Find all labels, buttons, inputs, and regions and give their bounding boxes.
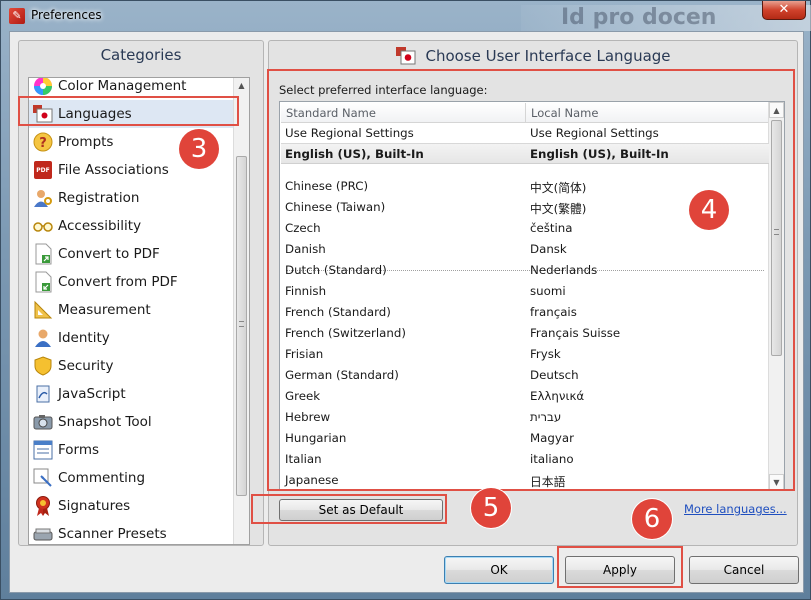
- category-item-identity[interactable]: Identity: [29, 324, 234, 352]
- category-item-scanner-presets[interactable]: Scanner Presets: [29, 520, 234, 544]
- highlight-languages: [18, 96, 239, 126]
- category-label: Scanner Presets: [58, 526, 167, 542]
- pdf-file-icon: PDF: [32, 159, 54, 181]
- language-panel-header: Choose User Interface Language: [269, 41, 797, 71]
- javascript-icon: [32, 383, 54, 405]
- preferences-window: Id pro docen ✎ Preferences ✕ Categories …: [0, 0, 811, 600]
- language-panel-title: Choose User Interface Language: [425, 47, 671, 65]
- forms-icon: [32, 439, 54, 461]
- ok-button[interactable]: OK: [444, 556, 554, 584]
- cancel-button[interactable]: Cancel: [689, 556, 799, 584]
- category-label: Registration: [58, 190, 140, 206]
- camera-icon: [32, 411, 54, 433]
- category-item-measurement[interactable]: Measurement: [29, 296, 234, 324]
- category-item-commenting[interactable]: Commenting: [29, 464, 234, 492]
- category-item-javascript[interactable]: JavaScript: [29, 380, 234, 408]
- scroll-thumb[interactable]: [236, 156, 247, 496]
- color-wheel-icon: [32, 78, 54, 97]
- convert-from-pdf-icon: [32, 271, 54, 293]
- annotation-badge-4: 4: [689, 190, 729, 230]
- question-icon: ?: [32, 131, 54, 153]
- highlight-apply: [557, 546, 683, 588]
- category-item-convert-to-pdf[interactable]: Convert to PDF: [29, 240, 234, 268]
- category-item-snapshot-tool[interactable]: Snapshot Tool: [29, 408, 234, 436]
- user-key-icon: [32, 187, 54, 209]
- category-item-convert-from-pdf[interactable]: Convert from PDF: [29, 268, 234, 296]
- ruler-icon: [32, 299, 54, 321]
- category-item-registration[interactable]: Registration: [29, 184, 234, 212]
- category-label: Measurement: [58, 302, 151, 318]
- category-label: JavaScript: [58, 386, 126, 402]
- category-item-forms[interactable]: Forms: [29, 436, 234, 464]
- category-label: Commenting: [58, 470, 146, 486]
- shield-icon: [32, 355, 54, 377]
- more-languages-link[interactable]: More languages...: [684, 502, 787, 516]
- category-label: Convert to PDF: [58, 246, 160, 262]
- category-label: Security: [58, 358, 114, 374]
- category-label: Signatures: [58, 498, 131, 514]
- categories-scrollbar[interactable]: ▲: [233, 78, 249, 544]
- category-item-signatures[interactable]: Signatures: [29, 492, 234, 520]
- annotation-badge-6: 6: [632, 499, 672, 539]
- annotation-badge-5: 5: [471, 488, 511, 528]
- category-label: Snapshot Tool: [58, 414, 152, 430]
- title-bar[interactable]: ✎ Preferences ✕: [1, 1, 811, 31]
- close-button[interactable]: ✕: [762, 1, 806, 20]
- window-title: Preferences: [31, 8, 102, 22]
- identity-icon: [32, 327, 54, 349]
- category-label: Color Management: [58, 78, 187, 94]
- annotation-badge-3: 3: [179, 129, 219, 169]
- svg-text:PDF: PDF: [36, 167, 49, 174]
- signature-ribbon-icon: [32, 495, 54, 517]
- highlight-language-list: [267, 69, 795, 491]
- glasses-icon: [32, 215, 54, 237]
- category-item-accessibility[interactable]: Accessibility: [29, 212, 234, 240]
- category-label: Identity: [58, 330, 110, 346]
- category-item-security[interactable]: Security: [29, 352, 234, 380]
- category-label: Prompts: [58, 134, 114, 150]
- convert-to-pdf-icon: [32, 243, 54, 265]
- category-label: Convert from PDF: [58, 274, 178, 290]
- app-icon: ✎: [9, 8, 25, 24]
- comment-icon: [32, 467, 54, 489]
- categories-header: Categories: [100, 46, 182, 64]
- highlight-set-default: [251, 494, 447, 524]
- category-label: File Associations: [58, 162, 169, 178]
- scanner-icon: [32, 523, 54, 544]
- flag-icon: [395, 46, 417, 66]
- svg-text:?: ?: [39, 136, 47, 151]
- scroll-up-arrow-icon[interactable]: ▲: [234, 78, 249, 94]
- category-label: Accessibility: [58, 218, 142, 234]
- category-label: Forms: [58, 442, 100, 458]
